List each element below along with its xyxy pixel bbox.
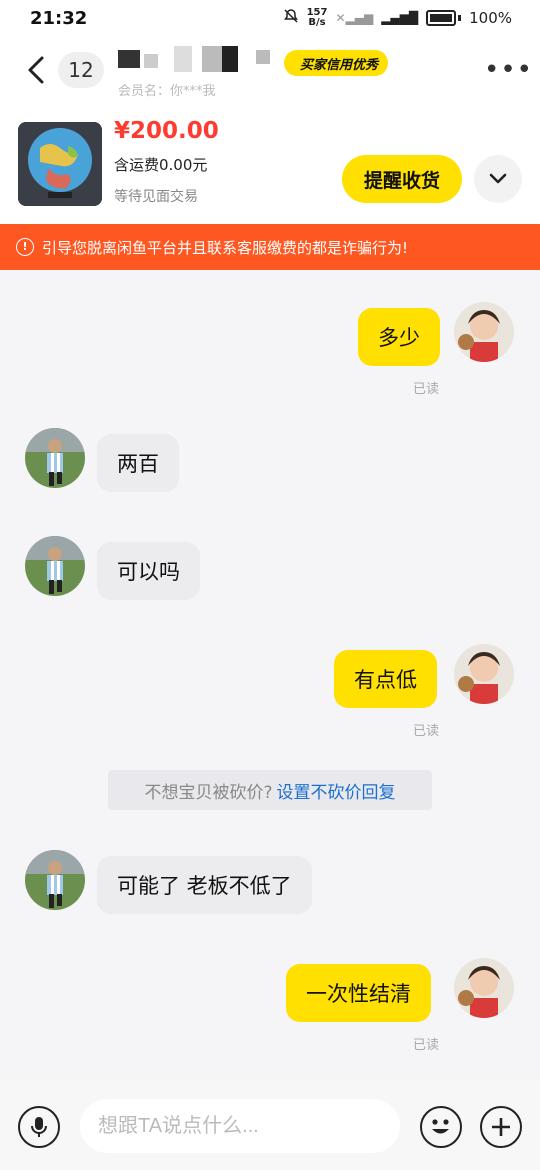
seller-avatar[interactable] (25, 536, 85, 596)
no-signal-icon: ✕▂▄▆ (335, 11, 374, 25)
warning-circle-icon: ! (16, 238, 34, 256)
plus-icon[interactable] (480, 1106, 522, 1148)
read-status: 已读 (413, 724, 440, 739)
smiley-icon[interactable] (420, 1106, 462, 1148)
my-avatar[interactable] (454, 958, 514, 1018)
message-bubble-received[interactable]: 两百 (97, 434, 179, 492)
mute-icon (283, 8, 299, 28)
seller-name-redacted (118, 46, 278, 72)
microphone-icon[interactable] (18, 1106, 60, 1148)
read-status: 已读 (413, 382, 440, 397)
status-icons: 157 B/s ✕▂▄▆ ▂▄▆█ 100% (283, 8, 512, 28)
credit-badge: 买家信用优秀 (284, 50, 389, 76)
net-speed: 157 B/s (306, 7, 328, 28)
back-icon[interactable] (24, 54, 52, 86)
item-thumbnail[interactable] (18, 122, 102, 206)
my-avatar[interactable] (454, 302, 514, 362)
remind-receipt-button[interactable]: 提醒收货 (342, 155, 462, 203)
fraud-warning-banner: ! 引导您脱离闲鱼平台并且联系客服缴费的都是诈骗行为! (0, 224, 540, 270)
seller-avatar[interactable] (25, 428, 85, 488)
signal-4g-icon: ▂▄▆█ (381, 11, 419, 25)
message-bubble-received[interactable]: 可能了 老板不低了 (97, 856, 312, 914)
member-name: 会员名：你***我 (118, 84, 216, 99)
item-price: ¥200.00 (114, 118, 219, 144)
shipping-info: 含运费0.00元 (114, 156, 208, 174)
more-dots-icon[interactable]: ••• (484, 57, 533, 83)
unread-count-badge[interactable]: 12 (58, 52, 104, 88)
chevron-down-icon[interactable] (474, 155, 522, 203)
bargain-notice: 不想宝贝被砍价? 设置不砍价回复 (108, 770, 432, 810)
seller-avatar[interactable] (25, 850, 85, 910)
no-bargain-setting-link[interactable]: 设置不砍价回复 (277, 778, 396, 803)
warning-text: 引导您脱离闲鱼平台并且联系客服缴费的都是诈骗行为! (42, 238, 409, 257)
order-status: 等待见面交易 (114, 189, 198, 205)
battery-icon (426, 10, 457, 26)
read-status: 已读 (413, 1038, 440, 1053)
message-bubble-sent[interactable]: 有点低 (334, 650, 437, 708)
message-bubble-sent[interactable]: 一次性结清 (286, 964, 431, 1022)
message-bubble-received[interactable]: 可以吗 (97, 542, 200, 600)
bargain-notice-text: 不想宝贝被砍价? (144, 782, 273, 803)
my-avatar[interactable] (454, 644, 514, 704)
clock: 21:32 (30, 8, 88, 29)
battery-percent: 100% (469, 9, 512, 27)
message-input[interactable] (80, 1099, 400, 1153)
message-bubble-sent[interactable]: 多少 (358, 308, 440, 366)
